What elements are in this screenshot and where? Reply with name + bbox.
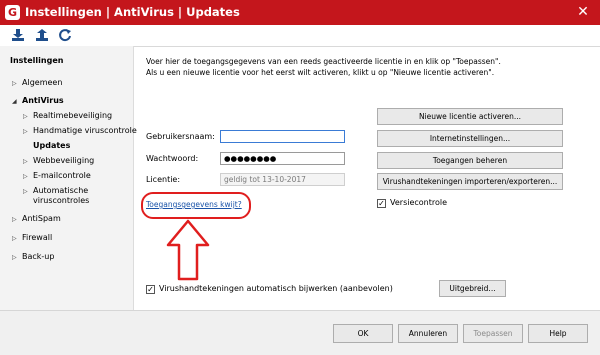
collapse-arrow-icon[interactable]: ◢ <box>12 98 17 105</box>
sidebar-item-antivirus[interactable]: AntiVirus <box>22 96 64 106</box>
annotation-highlight <box>141 192 251 219</box>
username-input[interactable] <box>220 130 345 143</box>
sidebar-item-webbeveiliging[interactable]: Webbeveiliging <box>33 156 94 166</box>
expand-arrow-icon[interactable]: ▷ <box>23 128 28 135</box>
download-icon[interactable] <box>11 28 25 42</box>
password-label: Wachtwoord: <box>146 154 199 163</box>
sidebar-item-antispam[interactable]: AntiSpam <box>22 214 61 224</box>
window-title: Instellingen | AntiVirus | Updates <box>25 5 240 19</box>
username-label: Gebruikersnaam: <box>146 132 215 141</box>
internet-settings-button[interactable]: Internetinstellingen... <box>377 130 563 147</box>
help-button[interactable]: Help <box>528 324 588 343</box>
intro-line-1: Voer hier de toegangsgegevens van een re… <box>146 57 501 66</box>
upload-icon[interactable] <box>35 28 49 42</box>
toolbar <box>0 25 600 47</box>
sidebar-item-realtimebeveiliging[interactable]: Realtimebeveiliging <box>33 111 112 121</box>
sidebar-item-firewall[interactable]: Firewall <box>22 233 52 243</box>
reset-icon[interactable] <box>58 28 72 42</box>
expand-arrow-icon[interactable]: ▷ <box>23 188 28 195</box>
expand-arrow-icon[interactable]: ▷ <box>12 80 17 87</box>
intro-line-2: Als u een nieuwe licentie voor het eerst… <box>146 68 495 77</box>
annotation-arrow-icon <box>166 219 210 281</box>
expand-arrow-icon[interactable]: ▷ <box>23 158 28 165</box>
version-check-checkbox[interactable]: ✓ <box>377 199 386 208</box>
expand-arrow-icon[interactable]: ▷ <box>23 173 28 180</box>
version-check-label: Versiecontrole <box>390 198 448 207</box>
sidebar-item-updates[interactable]: Updates <box>33 141 70 151</box>
password-input[interactable]: ●●●●●●●● <box>220 152 345 165</box>
apply-button[interactable]: Toepassen <box>463 324 523 343</box>
import-export-button[interactable]: Virushandtekeningen importeren/exportere… <box>377 173 563 190</box>
sidebar-item-back-up[interactable]: Back-up <box>22 252 54 262</box>
auto-update-label: Virushandtekeningen automatisch bijwerke… <box>159 284 393 293</box>
intro-text: Voer hier de toegangsgegevens van een re… <box>146 56 586 78</box>
ok-button[interactable]: OK <box>333 324 393 343</box>
manage-access-button[interactable]: Toegangen beheren <box>377 152 563 169</box>
close-button[interactable]: ✕ <box>574 3 592 21</box>
sidebar-item-e-mailcontrole[interactable]: E-mailcontrole <box>33 171 91 181</box>
expand-arrow-icon[interactable]: ▷ <box>12 216 17 223</box>
sidebar-item-automatische-viruscontroles-line2[interactable]: viruscontroles <box>33 196 89 206</box>
advanced-button[interactable]: Uitgebreid... <box>439 280 506 297</box>
sidebar-item-automatische-viruscontroles[interactable]: Automatische <box>33 186 88 196</box>
license-label: Licentie: <box>146 175 181 184</box>
auto-update-checkbox[interactable]: ✓ <box>146 285 155 294</box>
sidebar: Instellingen ▷ Algemeen ◢ AntiVirus ▷ Re… <box>0 46 137 310</box>
license-field: geldig tot 13-10-2017 <box>220 173 345 186</box>
sidebar-header: Instellingen <box>10 56 64 65</box>
title-bar: G Instellingen | AntiVirus | Updates ✕ <box>0 0 600 25</box>
sidebar-item-algemeen[interactable]: Algemeen <box>22 78 62 88</box>
expand-arrow-icon[interactable]: ▷ <box>23 113 28 120</box>
cancel-button[interactable]: Annuleren <box>398 324 458 343</box>
expand-arrow-icon[interactable]: ▷ <box>12 254 17 261</box>
new-license-button[interactable]: Nieuwe licentie activeren... <box>377 108 563 125</box>
expand-arrow-icon[interactable]: ▷ <box>12 235 17 242</box>
sidebar-item-handmatige-viruscontrole[interactable]: Handmatige viruscontrole <box>33 126 137 136</box>
footer-bar: OK Annuleren Toepassen Help <box>0 310 600 355</box>
gdata-logo-icon: G <box>5 5 20 20</box>
